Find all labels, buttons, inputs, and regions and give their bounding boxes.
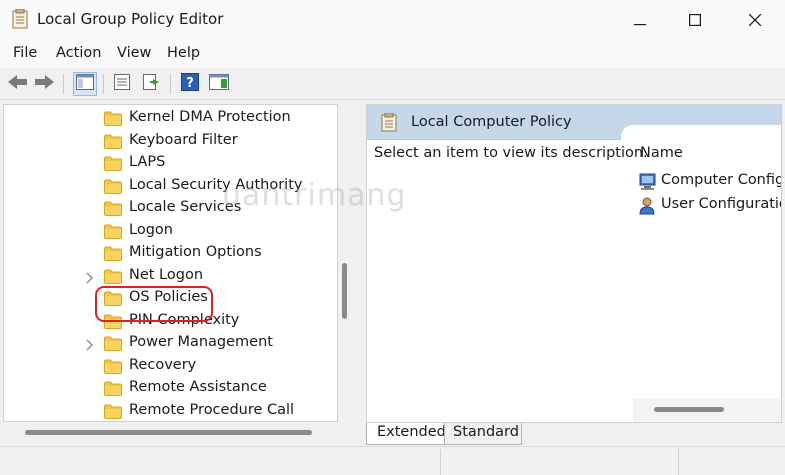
details-horizontal-scrollbar[interactable] [654, 407, 724, 412]
toolbar-separator [170, 74, 171, 94]
folder-icon [104, 224, 122, 239]
tree-item-label: Net Logon [129, 266, 204, 283]
menu-bar: File Action View Help [0, 40, 785, 68]
group-policy-window: Local Group Policy Editor File Action Vi… [0, 0, 785, 475]
menu-help[interactable]: Help [167, 45, 200, 61]
list-item-label: Computer Configu [661, 172, 782, 188]
tab-standard[interactable]: Standard [444, 423, 522, 445]
details-pane: Local Computer Policy Select an item to … [366, 104, 782, 423]
tree-item[interactable]: Keyboard Filter [4, 131, 334, 153]
maximize-button[interactable] [666, 0, 724, 40]
svg-text:?: ? [186, 76, 194, 91]
back-icon [8, 74, 28, 94]
minimize-icon [634, 11, 646, 30]
minimize-button[interactable] [611, 0, 669, 40]
tree-item-label: Keyboard Filter [129, 131, 238, 148]
folder-icon [104, 359, 122, 374]
export-list-icon [142, 73, 162, 95]
tree-item[interactable]: Kernel DMA Protection [4, 108, 334, 130]
list-item-label: User Configuration [661, 196, 781, 212]
user-icon [637, 197, 657, 215]
tree-item[interactable]: LAPS [4, 153, 334, 175]
show-action-pane-button[interactable] [207, 72, 231, 96]
tree-vertical-scrollbar[interactable] [342, 263, 347, 319]
tree-item[interactable]: Remote Procedure Call [4, 401, 334, 422]
folder-icon [104, 336, 122, 351]
tree-item[interactable]: Mitigation Options [4, 243, 334, 265]
details-header-title: Local Computer Policy [411, 114, 572, 130]
tree-item-label: Recovery [129, 356, 197, 373]
tree-item[interactable]: Power Management [4, 333, 334, 355]
watermark: uantrimang [222, 178, 407, 213]
menu-view[interactable]: View [117, 45, 151, 61]
tree-item[interactable]: Remote Assistance [4, 378, 334, 400]
chevron-right-icon[interactable] [84, 337, 96, 351]
status-divider [440, 449, 441, 475]
tree-item-label: Kernel DMA Protection [129, 109, 291, 125]
tree-item[interactable]: Logon [4, 221, 334, 243]
list-item-computer-configuration[interactable]: Computer Configu [637, 171, 782, 193]
list-item-user-configuration[interactable]: User Configuration [637, 195, 781, 217]
toolbar: ? [0, 68, 785, 100]
policy-app-icon [12, 8, 28, 29]
window-title: Local Group Policy Editor [37, 10, 224, 28]
tree-item-label: Remote Assistance [129, 379, 267, 395]
toolbar-separator [103, 74, 104, 94]
tree-pane[interactable]: Kernel DMA Protection Keyboard Filter LAPS… [3, 104, 338, 422]
forward-icon [34, 74, 54, 94]
tab-extended[interactable]: Extended [366, 423, 446, 445]
tree-item-label: Logon [129, 221, 173, 238]
export-list-button[interactable] [140, 72, 164, 96]
toolbar-separator [63, 74, 64, 94]
view-tabs: Extended Standard [366, 423, 783, 445]
tree-item-label: Remote Procedure Call [129, 401, 295, 418]
maximize-icon [689, 11, 702, 30]
items-list [621, 125, 781, 422]
folder-icon [104, 134, 122, 149]
tree-item[interactable]: Recovery [4, 356, 334, 378]
chevron-right-icon[interactable] [84, 270, 96, 284]
show-action-pane-icon [209, 74, 229, 94]
menu-action[interactable]: Action [56, 45, 101, 61]
folder-icon [104, 404, 122, 419]
status-divider [678, 449, 679, 475]
folder-icon [104, 156, 122, 171]
help-icon: ? [181, 73, 199, 95]
tree-item[interactable]: Net Logon [4, 266, 334, 288]
tree-item-label: Power Management [129, 334, 273, 350]
properties-icon [113, 73, 131, 95]
properties-button[interactable] [110, 72, 134, 96]
folder-icon [104, 111, 122, 126]
tree-item-label: LAPS [129, 154, 166, 170]
show-hide-tree-button[interactable] [73, 72, 97, 96]
status-bar [0, 446, 785, 475]
description-text: Select an item to view its description. [374, 145, 648, 161]
folder-icon [104, 269, 122, 284]
highlight-annotation [95, 286, 213, 322]
tree-item-label: Mitigation Options [129, 244, 262, 260]
folder-icon [104, 179, 122, 194]
close-button[interactable] [726, 0, 784, 40]
back-button[interactable] [6, 72, 30, 96]
help-button[interactable]: ? [178, 72, 202, 96]
forward-button[interactable] [32, 72, 56, 96]
folder-icon [104, 381, 122, 396]
column-header-name[interactable]: Name [640, 145, 683, 161]
policy-icon [381, 112, 397, 132]
computer-icon [637, 173, 657, 191]
menu-file[interactable]: File [13, 45, 37, 61]
show-hide-tree-icon [76, 74, 94, 94]
folder-icon [104, 201, 122, 216]
folder-icon [104, 246, 122, 261]
tree-horizontal-scrollbar[interactable] [25, 430, 312, 435]
close-icon [748, 11, 762, 30]
title-bar: Local Group Policy Editor [0, 0, 785, 40]
